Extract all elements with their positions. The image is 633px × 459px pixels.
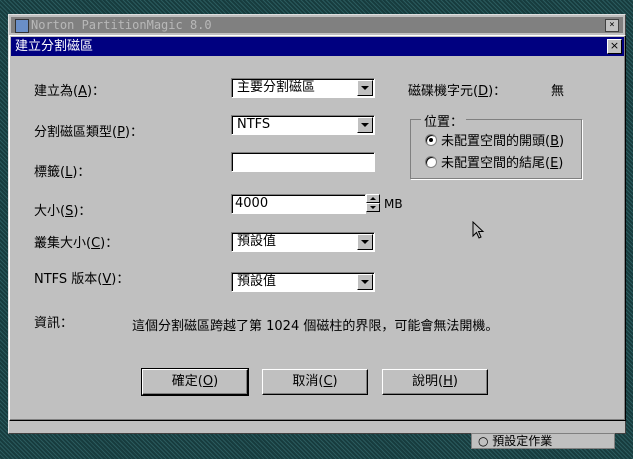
volume-label-label: 標籤(L)： [34,165,91,180]
spin-down-icon[interactable] [366,203,380,212]
cancel-button[interactable]: 取消(C) [262,369,368,395]
volume-label-input[interactable] [231,152,375,172]
chevron-down-icon[interactable] [357,274,373,290]
size-label: 大小(S)： [34,204,92,219]
radio-start-of-unallocated[interactable]: 未配置空間的開頭(B) [425,130,564,149]
ok-button[interactable]: 確定(O) [141,368,249,396]
mouse-pointer-icon [472,221,485,239]
size-unit: MB [384,197,403,211]
background-close-icon[interactable]: × [605,19,619,32]
create-as-label: 建立為(A)： [34,84,106,99]
background-title: Norton PartitionMagic 8.0 [31,18,212,32]
chevron-down-icon[interactable] [357,80,373,96]
background-option-item[interactable]: ○ 預設定作業 [471,433,615,449]
drive-letter-label: 磁碟機字元(D)： [408,84,507,99]
dialog-titlebar[interactable]: 建立分割磁區 × [11,37,624,56]
info-text: 這個分割磁區跨越了第 1024 個磁柱的界限，可能會無法開機。 [132,319,499,334]
info-label: 資訊： [34,316,74,331]
dialog-title: 建立分割磁區 [15,39,94,54]
create-as-value: 主要分割磁區 [237,80,316,95]
chevron-down-icon[interactable] [357,234,373,250]
radio-end-of-unallocated[interactable]: 未配置空間的結尾(E) [425,152,563,171]
cluster-size-label: 叢集大小(C)： [34,236,119,251]
ntfs-version-value: 預設值 [237,274,277,289]
radio-selected-icon[interactable] [425,134,437,146]
ntfs-version-select[interactable]: 預設值 [231,272,375,292]
size-input[interactable]: 4000 [231,194,366,214]
background-titlebar: Norton PartitionMagic 8.0 × [11,17,623,33]
position-group: 位置： 未配置空間的開頭(B) 未配置空間的結尾(E) [410,111,582,179]
create-as-select[interactable]: 主要分割磁區 [231,78,375,98]
help-button[interactable]: 說明(H) [382,369,488,395]
partition-type-select[interactable]: NTFS [231,115,375,135]
cluster-size-value: 預設值 [237,234,277,249]
partition-type-value: NTFS [237,117,271,132]
close-icon[interactable]: × [607,39,622,54]
app-icon [15,19,29,33]
chevron-down-icon[interactable] [357,117,373,133]
size-value: 4000 [235,196,269,211]
spin-up-icon[interactable] [366,194,380,203]
cluster-size-select[interactable]: 預設值 [231,232,375,252]
size-spinner[interactable] [366,194,380,212]
radio-unselected-icon[interactable] [425,156,437,168]
position-legend: 位置： [421,111,467,130]
create-partition-dialog: 建立分割磁區 × 建立為(A)： 主要分割磁區 磁碟機字元(D)： 無 分割磁區… [9,35,626,421]
drive-letter-value: 無 [551,84,565,99]
partition-type-label: 分割磁區類型(P)： [34,125,143,140]
ntfs-version-label: NTFS 版本(V)： [34,272,130,287]
